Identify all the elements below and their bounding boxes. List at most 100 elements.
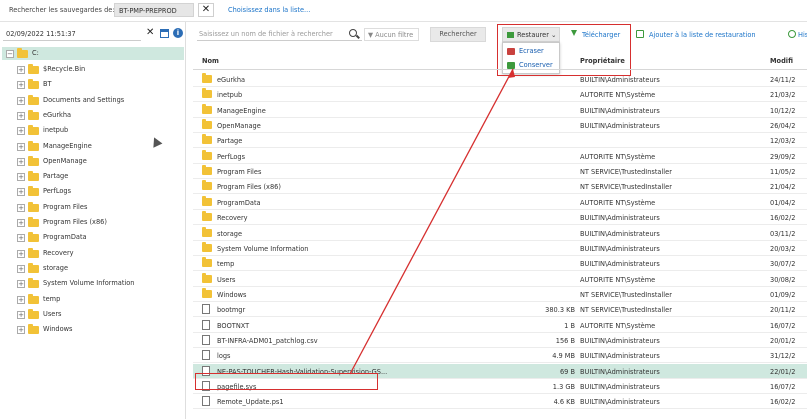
backup-date-field[interactable]: 02/09/2022 11:51:37	[3, 28, 141, 41]
clear-server-button[interactable]: ✕	[198, 3, 214, 17]
cell-size: 69 B	[559, 367, 575, 376]
folder-icon	[202, 88, 212, 99]
folder-icon	[28, 109, 39, 120]
expand-icon[interactable]: +	[17, 81, 25, 90]
search-button[interactable]: Rechercher	[430, 27, 486, 42]
expand-icon[interactable]: +	[17, 280, 25, 289]
table-row[interactable]: Program Files NT SERVICE\TrustedInstaller…	[193, 164, 807, 180]
clear-date-button[interactable]: ✕	[146, 27, 154, 39]
cell-name: System Volume Information	[217, 244, 309, 253]
expand-icon[interactable]: +	[17, 96, 25, 105]
expand-icon[interactable]: +	[17, 203, 25, 212]
calendar-icon[interactable]	[160, 29, 169, 38]
table-row[interactable]: logs 4.9 MB BUILTIN\Administrateurs 31/12/2	[193, 348, 807, 364]
expand-icon[interactable]: +	[17, 326, 25, 335]
table-header: Nom Propriétaire Modifi	[193, 50, 807, 70]
folder-icon	[28, 186, 39, 197]
expand-icon[interactable]: +	[17, 127, 25, 136]
cell-owner: NT SERVICE\TrustedInstaller	[580, 168, 672, 177]
table-row[interactable]: Partage 12/03/2	[193, 133, 807, 149]
expand-icon[interactable]: +	[17, 173, 25, 182]
folder-icon	[202, 287, 212, 298]
cell-owner: BUILTIN\Administrateurs	[580, 106, 660, 115]
cell-owner: BUILTIN\Administrateurs	[580, 122, 660, 131]
expand-icon[interactable]: +	[17, 157, 25, 166]
table-row[interactable]: Users AUTORITE NT\Système 30/08/2	[193, 272, 807, 287]
file-icon	[202, 334, 210, 345]
cell-name: Program Files	[217, 168, 262, 177]
tree-item-label: storage	[43, 263, 69, 272]
tree-item-label: PerfLogs	[43, 187, 72, 196]
folder-icon	[28, 64, 39, 74]
expand-icon[interactable]: +	[17, 142, 25, 151]
cell-owner: AUTORITE NT\Système	[580, 321, 656, 330]
table-row[interactable]: Remote_Update.ps1 4.6 KB BUILTIN\Administr…	[193, 394, 807, 410]
history-link[interactable]: Histo	[798, 31, 807, 39]
column-header-owner[interactable]: Propriétaire	[580, 57, 625, 65]
cell-size: 4.9 MB	[552, 352, 575, 361]
expand-icon[interactable]: +	[17, 66, 25, 74]
cell-modified: 16/07/2	[770, 321, 796, 330]
filter-dropdown[interactable]: ▼ Aucun filtre	[364, 28, 419, 41]
cell-size: 1 B	[564, 321, 575, 330]
table-row[interactable]: inetpub AUTORITE NT\Système 21/03/2	[193, 87, 807, 103]
search-backups-label: Rechercher les sauvegardes de:	[9, 6, 115, 14]
column-header-name[interactable]: Nom	[202, 57, 219, 65]
collapse-icon[interactable]: −	[6, 50, 14, 58]
table-row[interactable]: Windows NT SERVICE\TrustedInstaller 01/09/…	[193, 287, 807, 302]
expand-icon[interactable]: +	[17, 249, 25, 258]
expand-icon[interactable]: +	[17, 188, 25, 197]
cell-name: Windows	[217, 290, 247, 299]
expand-icon[interactable]: +	[17, 295, 25, 304]
folder-icon	[28, 247, 39, 258]
folder-icon	[202, 165, 212, 176]
tree-item-label: BT	[43, 80, 52, 89]
cell-name: Users	[217, 275, 236, 284]
table-row[interactable]: System Volume Information BUILTIN\Adminis…	[193, 241, 807, 256]
column-header-modified[interactable]: Modifi	[770, 57, 793, 65]
table-row[interactable]: bootmgr 380.3 KB NT SERVICE\TrustedInstall…	[193, 302, 807, 318]
cell-modified: 26/04/2	[770, 122, 796, 131]
file-icon	[202, 319, 210, 330]
cell-name: bootmgr	[217, 306, 246, 315]
choose-from-list-link[interactable]: Choisissez dans la liste...	[228, 6, 310, 14]
table-row[interactable]: ProgramData AUTORITE NT\Système 01/04/2	[193, 195, 807, 210]
tree-root-c-drive[interactable]: − C:	[2, 47, 184, 60]
folder-icon	[202, 195, 212, 206]
folder-icon	[202, 103, 212, 114]
cell-name: BT-INFRA-ADM01_patchlog.csv	[217, 336, 318, 345]
tree-item-label: Program Files	[43, 202, 88, 211]
cell-owner: AUTORITE NT\Système	[580, 198, 656, 207]
search-icon[interactable]	[349, 29, 357, 37]
tree-item-label: temp	[43, 294, 61, 303]
cell-name: Remote_Update.ps1	[217, 398, 284, 407]
add-to-restore-list-link[interactable]: Ajouter à la liste de restauration	[649, 31, 756, 39]
table-row[interactable]: PerfLogs AUTORITE NT\Système 29/09/2	[193, 149, 807, 164]
file-icon	[202, 350, 210, 361]
table-row[interactable]: ManageEngine BUILTIN\Administrateurs 10/12…	[193, 103, 807, 118]
expand-icon[interactable]: +	[17, 310, 25, 319]
cell-name: PerfLogs	[217, 152, 246, 161]
expand-icon[interactable]: +	[17, 234, 25, 243]
download-link[interactable]: Télécharger	[582, 31, 620, 39]
file-search-input[interactable]: Saisissez un nom de fichier à rechercher	[197, 28, 362, 41]
table-row[interactable]: temp BUILTIN\Administrateurs 30/07/2	[193, 256, 807, 272]
table-row[interactable]: storage BUILTIN\Administrateurs 03/11/2	[193, 226, 807, 241]
table-row[interactable]: BOOTNXT 1 B AUTORITE NT\Système 16/07/2	[193, 318, 807, 333]
expand-icon[interactable]: +	[17, 111, 25, 120]
cell-modified: 30/07/2	[770, 260, 796, 269]
table-row[interactable]: Program Files (x86) NT SERVICE\TrustedIns…	[193, 179, 807, 195]
server-field[interactable]: BT-PMP-PREPROD	[114, 3, 194, 17]
folder-icon	[202, 149, 212, 160]
cell-size: 156 B	[555, 336, 575, 345]
table-row[interactable]: eGurkha BUILTIN\Administrateurs 24/11/2	[193, 72, 807, 87]
folder-icon	[202, 241, 212, 252]
expand-icon[interactable]: +	[17, 264, 25, 273]
table-row[interactable]: BT-INFRA-ADM01_patchlog.csv 156 B BUILTIN\…	[193, 333, 807, 348]
table-row[interactable]: Recovery BUILTIN\Administrateurs 16/02/2	[193, 210, 807, 226]
table-row[interactable]: OpenManage BUILTIN\Administrateurs 26/04/2	[193, 118, 807, 134]
expand-icon[interactable]: +	[17, 219, 25, 227]
info-icon[interactable]: i	[173, 28, 183, 38]
cell-modified: 20/11/2	[770, 306, 796, 315]
cell-owner: BUILTIN\Administrateurs	[580, 76, 660, 84]
